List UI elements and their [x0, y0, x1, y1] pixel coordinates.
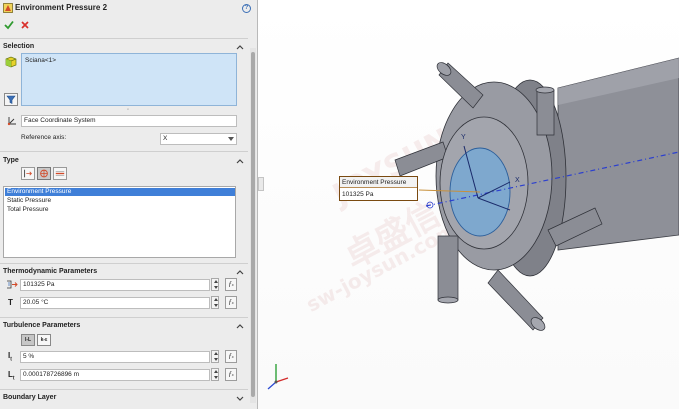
intensity-spinner[interactable]	[211, 350, 219, 363]
temperature-symbol: T	[8, 298, 13, 307]
graphics-viewport[interactable]: JOYSUN 卓盛信息 sw-joysun.com Y X	[258, 0, 679, 409]
property-manager: Environment Pressure 2 ? Selection Scian…	[0, 0, 258, 409]
reference-axis-select[interactable]: X	[160, 133, 237, 145]
filter-button[interactable]	[4, 93, 18, 106]
coordinate-system-icon	[7, 117, 16, 126]
axis-y-label: Y	[461, 134, 466, 141]
thermo-section-title[interactable]: Thermodynamic Parameters	[3, 268, 97, 275]
pressure-function-button[interactable]: ƒx	[225, 278, 237, 291]
temperature-function-button[interactable]: ƒx	[225, 296, 237, 309]
inlet-icon	[24, 169, 32, 178]
type-inlet-button[interactable]	[21, 167, 35, 180]
boundary-condition-callout[interactable]: Environment Pressure 101325 Pa	[339, 176, 418, 201]
reference-axis-value: X	[163, 135, 168, 142]
boundary-condition-icon	[3, 3, 13, 13]
panel-titlebar: Environment Pressure 2 ?	[0, 0, 257, 18]
pressure-value: 101325 Pa	[23, 281, 55, 288]
chevron-up-icon[interactable]	[236, 269, 244, 275]
list-item[interactable]: Total Pressure	[5, 206, 235, 214]
view-orientation-triad-icon	[267, 364, 289, 390]
panel-collapse-handle[interactable]	[258, 177, 264, 191]
length-symbol: Lt	[8, 370, 20, 382]
intensity-function-button[interactable]: ƒx	[225, 350, 237, 363]
ok-check-icon[interactable]	[4, 20, 14, 30]
callout-title: Environment Pressure	[340, 177, 417, 188]
chevron-up-icon[interactable]	[236, 44, 244, 50]
temperature-spinner[interactable]	[211, 296, 219, 309]
pressure-input[interactable]: 101325 Pa	[20, 279, 210, 291]
turbulence-section-title[interactable]: Turbulence Parameters	[3, 322, 80, 329]
length-symbol-sub: t	[12, 375, 15, 382]
k-epsilon-mode-button[interactable]: k-ε	[37, 334, 51, 346]
list-resize-handle[interactable]: ◦	[127, 107, 131, 113]
chevron-up-icon[interactable]	[236, 323, 244, 329]
length-spinner[interactable]	[211, 368, 219, 381]
panel-scrollbar-thumb[interactable]	[251, 52, 255, 397]
type-pressure-opening-button[interactable]	[37, 167, 51, 180]
pressure-gauge-icon	[7, 280, 18, 289]
turbulence-length-input[interactable]: 0.000178726896 m	[20, 369, 210, 381]
panel-title: Environment Pressure 2	[15, 3, 108, 12]
turbulence-length-value: 0.000178726896 m	[23, 371, 80, 378]
help-icon[interactable]: ?	[242, 4, 251, 13]
intensity-length-mode-button[interactable]: I-L	[21, 334, 35, 346]
face-selection-icon	[5, 56, 17, 68]
filter-icon	[6, 95, 16, 104]
reference-axis-label: Reference axis:	[21, 134, 67, 141]
turbulence-intensity-value: 5 %	[23, 353, 35, 360]
pipe-model[interactable]	[258, 0, 679, 409]
boundary-layer-section-title[interactable]: Boundary Layer	[3, 394, 56, 401]
list-item[interactable]: Environment Pressure	[5, 188, 235, 196]
intensity-symbol: It	[8, 351, 20, 363]
axis-x-label: X	[515, 177, 520, 184]
temperature-value: 20.05 °C	[23, 299, 49, 306]
selected-faces-list[interactable]: Sciana<1>	[21, 53, 237, 106]
length-function-button[interactable]: ƒx	[225, 368, 237, 381]
wall-icon	[55, 171, 65, 176]
callout-value: 101325 Pa	[342, 191, 374, 198]
coordinate-system-field[interactable]: Face Coordinate System	[21, 115, 237, 127]
selection-section-title[interactable]: Selection	[3, 43, 34, 50]
temperature-input[interactable]: 20.05 °C	[20, 297, 210, 309]
turbulence-intensity-input[interactable]: 5 %	[20, 351, 210, 363]
chevron-up-icon[interactable]	[236, 158, 244, 164]
pressure-opening-icon	[40, 169, 48, 178]
chevron-down-icon[interactable]	[236, 396, 244, 402]
list-item[interactable]: Static Pressure	[5, 197, 235, 205]
intensity-symbol-sub: t	[10, 356, 12, 363]
cancel-x-icon[interactable]	[20, 20, 30, 30]
selected-face-item[interactable]: Sciana<1>	[25, 57, 56, 64]
boundary-layer-section: Boundary Layer	[0, 389, 248, 409]
type-wall-button[interactable]	[53, 167, 67, 180]
type-section-title[interactable]: Type	[3, 157, 19, 164]
coordinate-system-value: Face Coordinate System	[24, 117, 96, 124]
chevron-down-icon	[228, 137, 234, 141]
pressure-type-list[interactable]: Environment Pressure Static Pressure Tot…	[3, 186, 236, 258]
pressure-spinner[interactable]	[211, 278, 219, 291]
